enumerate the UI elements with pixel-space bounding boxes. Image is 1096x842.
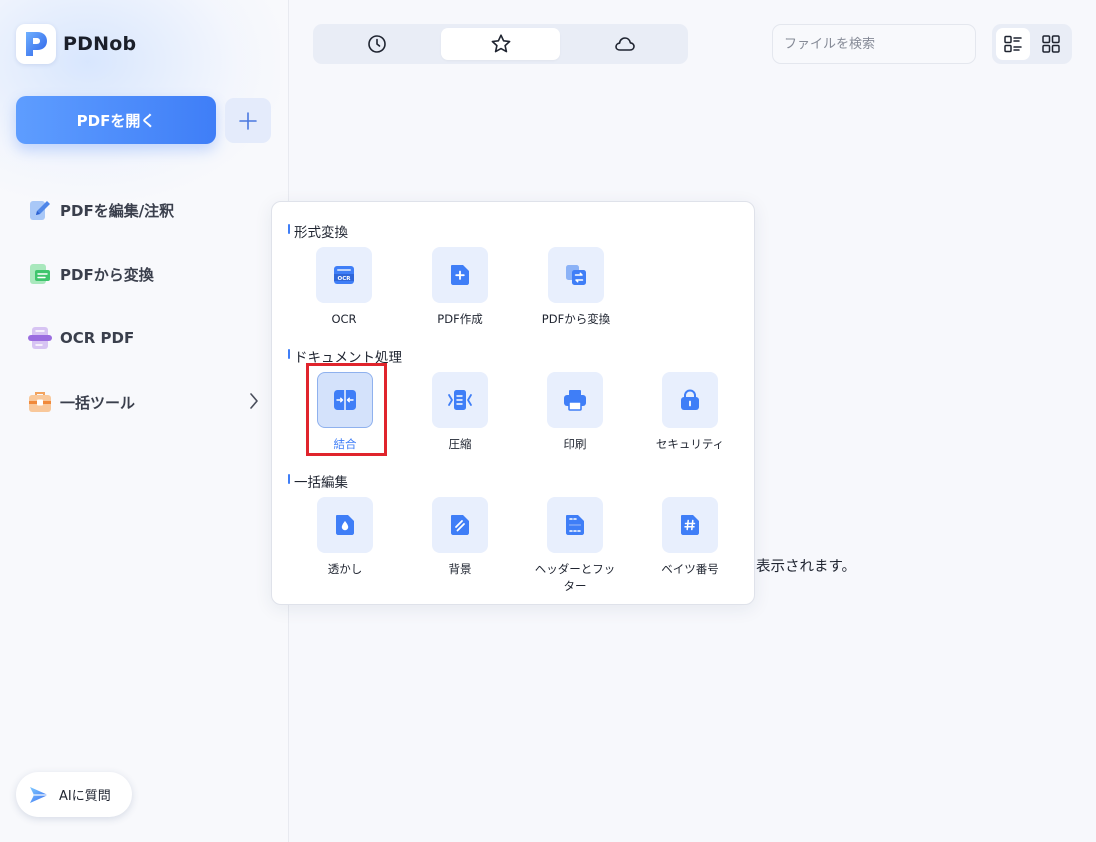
tool-label: 圧縮 (448, 437, 472, 451)
add-button[interactable] (225, 98, 271, 143)
list-view-button[interactable] (996, 28, 1030, 60)
clock-icon (367, 35, 386, 53)
sidebar-item-edit[interactable]: PDFを編集/注釈 (0, 178, 288, 242)
sidebar-item-label: PDFを編集/注釈 (60, 201, 175, 220)
ocr-icon (27, 325, 53, 351)
grid-view-icon (1042, 35, 1060, 53)
tool-create-pdf-tile (432, 247, 488, 303)
app-logo (16, 24, 56, 64)
grid-view-button[interactable] (1034, 28, 1068, 60)
sidebar: PDNob PDFを開く PDFを編集/注釈 PDFから変換 OCR PDF 一… (0, 0, 289, 842)
search-input[interactable] (772, 24, 976, 64)
sidebar-item-label: OCR PDF (60, 329, 135, 347)
ask-ai-button[interactable]: AIに質問 (16, 772, 132, 817)
sidebar-item-label: PDFから変換 (60, 265, 154, 284)
plus-icon (239, 111, 257, 130)
lock-icon (681, 389, 699, 410)
edit-pen-icon (27, 197, 53, 223)
empty-state-text: 表示されます。 (756, 559, 857, 575)
pdnob-logo-icon (26, 32, 47, 56)
tool-background[interactable]: 背景 (415, 497, 505, 578)
sidebar-item-convert[interactable]: PDFから変換 (0, 242, 288, 306)
tool-header-footer[interactable]: ヘッダーとフッター (530, 497, 620, 595)
view-toggle (992, 24, 1072, 64)
merge-icon (334, 390, 356, 410)
print-icon (564, 390, 586, 411)
sidebar-nav: PDFを編集/注釈 PDFから変換 OCR PDF 一括ツール (0, 178, 288, 434)
tool-print-tile (547, 372, 603, 428)
watermark-icon (336, 515, 354, 535)
tool-label: PDFから変換 (541, 312, 611, 326)
open-pdf-button[interactable]: PDFを開く (16, 96, 216, 144)
ask-ai-label: AIに質問 (59, 789, 111, 804)
batch-tools-popup: 形式変換 OCR OCR PDF作成 PDFから変換 ドキュメント処理 結合 圧… (271, 201, 755, 605)
tool-background-tile (432, 497, 488, 553)
tool-print[interactable]: 印刷 (530, 372, 620, 453)
toolbox-icon (27, 389, 53, 415)
tool-label: 背景 (448, 562, 472, 576)
tool-label: PDF作成 (437, 312, 483, 326)
star-icon (491, 34, 510, 53)
tool-compress[interactable]: 圧縮 (415, 372, 505, 453)
chevron-right-icon (249, 392, 259, 414)
tool-watermark-tile (317, 497, 373, 553)
tool-label: 透かし (327, 562, 363, 576)
tool-create-pdf[interactable]: PDF作成 (415, 247, 505, 328)
tool-label: ベイツ番号 (661, 562, 719, 576)
ocr-doc-icon: OCR (334, 266, 354, 284)
header-footer-icon (566, 515, 584, 535)
file-tabs (313, 24, 688, 64)
create-pdf-icon (451, 265, 469, 285)
tool-bates-number[interactable]: ベイツ番号 (645, 497, 735, 578)
app-logo-row: PDNob (16, 24, 136, 64)
tool-ocr-tile: OCR (316, 247, 372, 303)
tool-convert-from-pdf[interactable]: PDFから変換 (531, 247, 621, 328)
ai-sparkle-icon (30, 786, 48, 803)
tool-header-footer-tile (547, 497, 603, 553)
tool-convert-tile (548, 247, 604, 303)
tab-favorites[interactable] (441, 28, 560, 60)
convert-doc-icon (566, 265, 586, 285)
sidebar-item-ocr[interactable]: OCR PDF (0, 306, 288, 370)
tool-bates-number-tile (662, 497, 718, 553)
sidebar-item-batch[interactable]: 一括ツール (0, 370, 288, 434)
tool-label: OCR (331, 312, 357, 326)
tab-recent[interactable] (317, 28, 436, 60)
tool-watermark[interactable]: 透かし (300, 497, 390, 578)
sidebar-item-label: 一括ツール (60, 393, 136, 412)
tool-merge-tile (317, 372, 373, 428)
section-title-batch-editing: 一括編集 (288, 471, 348, 491)
tool-label: 印刷 (563, 437, 587, 451)
tool-security-tile (662, 372, 718, 428)
app-title: PDNob (63, 33, 137, 55)
section-title-document-processing: ドキュメント処理 (288, 346, 402, 366)
bates-number-icon (681, 515, 699, 535)
cloud-icon (614, 37, 635, 51)
background-icon (451, 515, 469, 535)
tool-label: セキュリティ (655, 437, 725, 451)
tool-label: ヘッダーとフッター (534, 562, 616, 593)
tab-cloud[interactable] (565, 28, 684, 60)
tool-compress-tile (432, 372, 488, 428)
tool-security[interactable]: セキュリティ (645, 372, 735, 453)
svg-text:OCR: OCR (338, 276, 352, 282)
section-title-format-conversion: 形式変換 (288, 221, 348, 241)
tool-ocr[interactable]: OCR OCR (299, 247, 389, 328)
list-view-icon (1004, 35, 1022, 53)
tool-label: 結合 (333, 437, 357, 451)
tool-merge[interactable]: 結合 (300, 372, 390, 453)
compress-icon (448, 390, 472, 410)
convert-icon (27, 261, 53, 287)
